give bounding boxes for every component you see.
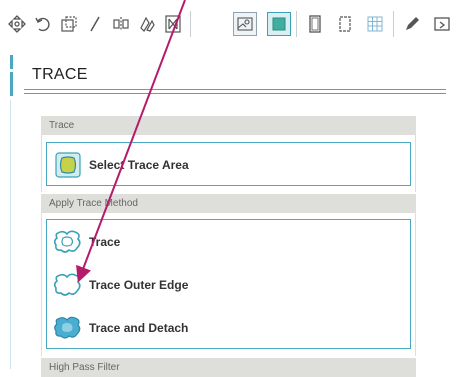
title-divider (24, 89, 446, 90)
mirror-icon[interactable] (109, 12, 133, 36)
high-pass-filter-section-header: High Pass Filter (41, 358, 416, 377)
pen-icon[interactable] (400, 12, 424, 36)
trace-outer-edge-button[interactable]: Trace Outer Edge (47, 270, 367, 300)
panel-tab-marker (10, 72, 13, 96)
rotate-icon[interactable] (31, 12, 55, 36)
select-trace-area-icon (51, 150, 85, 180)
select-trace-area-label: Select Trace Area (89, 158, 189, 172)
trace-outer-edge-icon (51, 270, 85, 300)
scale-icon[interactable] (57, 12, 81, 36)
toolbar (0, 0, 465, 44)
move-icon[interactable] (5, 12, 29, 36)
replicate-icon[interactable] (135, 12, 159, 36)
trace-and-detach-button[interactable]: Trace and Detach (47, 313, 367, 343)
shear-icon[interactable] (83, 12, 107, 36)
select-trace-area-button[interactable]: Select Trace Area (47, 150, 367, 180)
cut-border-icon[interactable] (333, 12, 357, 36)
panel-tab-marker (10, 55, 13, 69)
panel-title: TRACE (32, 66, 88, 83)
trace-button[interactable]: Trace (47, 227, 367, 257)
page-icon[interactable] (303, 12, 327, 36)
title-divider (24, 93, 446, 94)
trace-and-detach-icon (51, 313, 85, 343)
image-icon[interactable] (233, 12, 257, 36)
trace-and-detach-label: Trace and Detach (89, 321, 189, 335)
method-section-header: Apply Trace Method (41, 194, 416, 213)
trace-outer-edge-label: Trace Outer Edge (89, 278, 189, 292)
nest-icon[interactable] (161, 12, 185, 36)
trace-label: Trace (89, 235, 121, 249)
trace-method-box: Trace Trace Outer Edge Trace and Detach (46, 219, 411, 349)
send-icon[interactable] (430, 12, 454, 36)
panel-rail (10, 100, 11, 369)
select-trace-area-box: Select Trace Area (46, 142, 411, 186)
trace-icon[interactable] (267, 12, 291, 36)
trace-section-header: Trace (41, 116, 416, 135)
grid-icon[interactable] (363, 12, 387, 36)
trace-icon (51, 227, 85, 257)
